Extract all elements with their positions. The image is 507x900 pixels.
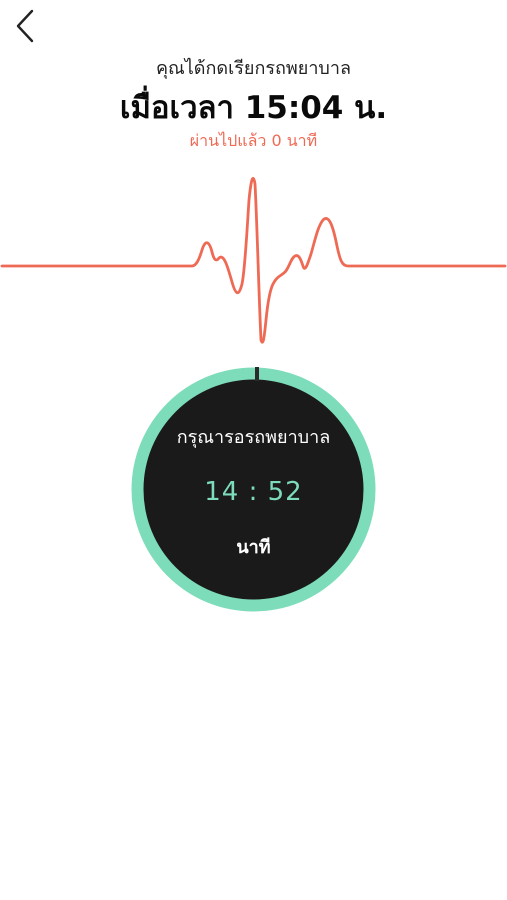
chevron-left-icon [16,9,34,43]
back-button[interactable] [8,6,42,46]
timer-unit: นาที [236,537,271,558]
header: คุณได้กดเรียกรถพยาบาล เมื่อเวลา 15:04 น.… [0,56,507,152]
timer-value: 14 : 52 [204,477,303,507]
call-time: เมื่อเวลา 15:04 น. [119,90,388,126]
countdown-timer: กรุณารอรถพยาบาล 14 : 52 นาที [131,367,376,612]
timer-label: กรุณารอรถพยาบาล [176,427,331,448]
elapsed-time: ผ่านไปแล้ว 0 นาที [189,131,318,150]
heartbeat-graphic [0,177,507,344]
call-status-text: คุณได้กดเรียกรถพยาบาล [156,58,351,79]
